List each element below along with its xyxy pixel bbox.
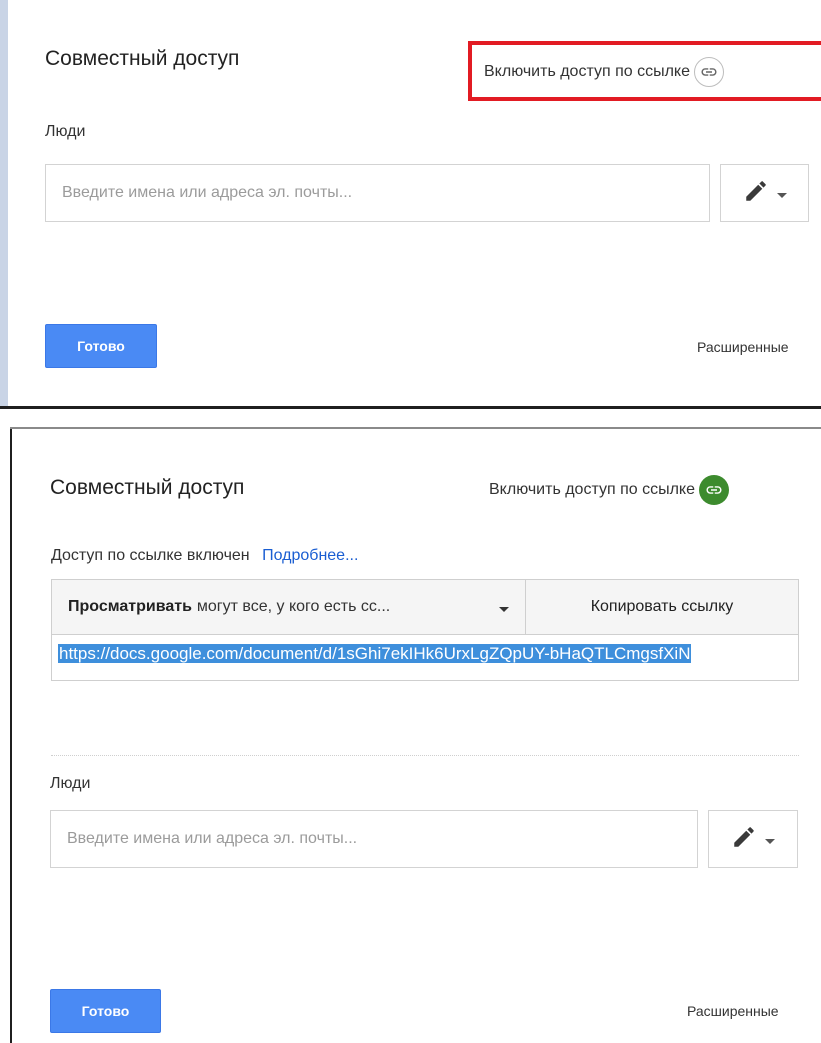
people-email-input[interactable]	[50, 810, 698, 868]
screenshot-canvas: Совместный доступ Включить доступ по ссы…	[0, 0, 821, 1043]
share-url-field[interactable]: https://docs.google.com/document/d/1sGhi…	[51, 635, 799, 681]
pencil-icon	[743, 178, 769, 209]
link-sharing-status-text: Доступ по ссылке включен	[51, 547, 250, 564]
enable-link-sharing-label: Включить доступ по ссылке	[484, 63, 690, 80]
chevron-down-icon	[765, 838, 775, 844]
access-level-description: могут все, у кого есть сс...	[196, 598, 391, 615]
done-button[interactable]: Готово	[45, 324, 157, 368]
chevron-down-icon	[499, 606, 509, 612]
learn-more-link[interactable]: Подробнее...	[262, 547, 358, 564]
people-email-input[interactable]	[45, 164, 710, 222]
share-url-text: https://docs.google.com/document/d/1sGhi…	[58, 644, 692, 663]
people-label: Люди	[50, 775, 91, 792]
dotted-separator	[51, 755, 799, 756]
link-icon	[694, 57, 724, 87]
people-label: Люди	[45, 123, 86, 140]
link-sharing-status: Доступ по ссылке включен Подробнее...	[51, 547, 358, 565]
enable-link-sharing-label: Включить доступ по ссылке	[489, 481, 695, 498]
top-border-line	[10, 427, 821, 429]
link-access-level-select[interactable]: Просматривать могут все, у кого есть сс.…	[52, 580, 526, 634]
done-button[interactable]: Готово	[50, 989, 161, 1033]
permission-dropdown-button[interactable]	[708, 810, 798, 868]
advanced-settings-link[interactable]: Расширенные	[697, 339, 789, 355]
enable-link-sharing-toggle[interactable]: Включить доступ по ссылке	[489, 475, 729, 505]
link-access-row: Просматривать могут все, у кого есть сс.…	[51, 579, 799, 635]
dialog-title: Совместный доступ	[45, 47, 240, 70]
link-icon	[699, 475, 729, 505]
pencil-icon	[731, 824, 757, 855]
enable-link-sharing-toggle[interactable]: Включить доступ по ссылке	[484, 57, 724, 87]
left-border-line	[10, 427, 12, 1043]
share-dialog-link-on: Совместный доступ Включить доступ по ссы…	[0, 409, 821, 1043]
dialog-title: Совместный доступ	[50, 476, 245, 499]
left-accent-bar	[0, 0, 8, 408]
access-level-bold: Просматривать	[68, 598, 192, 615]
permission-dropdown-button[interactable]	[720, 164, 809, 222]
copy-link-button[interactable]: Копировать ссылку	[526, 580, 798, 634]
chevron-down-icon	[776, 192, 787, 198]
advanced-settings-link[interactable]: Расширенные	[687, 1003, 779, 1019]
share-dialog-link-off: Совместный доступ Включить доступ по ссы…	[0, 0, 821, 409]
